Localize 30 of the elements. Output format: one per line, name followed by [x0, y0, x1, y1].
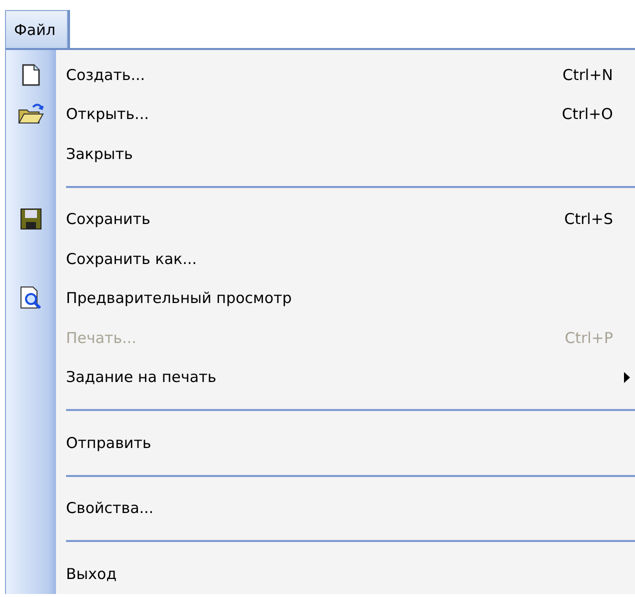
shortcut-label: Ctrl+O — [562, 105, 613, 124]
menu-item[interactable]: Задание на печать — [6, 358, 635, 397]
shortcut-label: Ctrl+N — [562, 66, 613, 84]
menu-item[interactable]: Предварительный просмотр — [6, 278, 635, 318]
menu-item[interactable]: Свойства... — [6, 488, 635, 528]
menu-item-label: Открыть... — [65, 105, 150, 124]
menu-item-label: Закрыть — [65, 144, 134, 163]
submenu-arrow-icon — [624, 372, 630, 383]
shortcut-label: Ctrl+S — [564, 210, 613, 228]
menu-item-label: Задание на печать — [65, 368, 218, 386]
folder-icon — [17, 102, 45, 126]
menu-item-label: Сохранить как... — [65, 250, 198, 268]
menu-item[interactable]: Отправить — [6, 423, 635, 462]
menu-item-label: Свойства... — [65, 499, 155, 518]
menu-item-label: Сохранить — [65, 210, 152, 228]
menu-item-label: Предварительный просмотр — [65, 289, 293, 308]
menu-item[interactable]: Закрыть — [6, 134, 635, 174]
menu-bar-tab[interactable]: Файл — [5, 10, 68, 48]
blank-page-icon — [22, 64, 40, 86]
menu-item[interactable]: Создать... Ctrl+N — [6, 55, 635, 94]
menu-item[interactable]: Сохранить как... — [6, 239, 635, 278]
menu-item-label: Создать... — [65, 66, 146, 84]
page-magnifier-icon — [19, 286, 43, 310]
shortcut-label: Ctrl+P — [564, 328, 613, 347]
menu-item[interactable]: Открыть... Ctrl+O — [6, 94, 635, 134]
menu-item[interactable]: Сохранить Ctrl+S — [6, 200, 635, 239]
menu-item-label: Выход — [65, 564, 118, 583]
menu-item-label: Отправить — [65, 434, 152, 452]
menu-item-label: Печать... — [65, 328, 138, 347]
menu-item[interactable]: Выход — [6, 554, 635, 594]
